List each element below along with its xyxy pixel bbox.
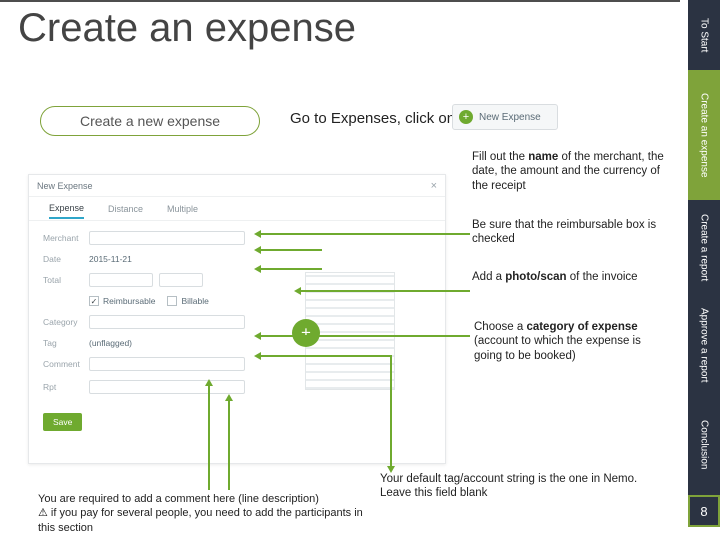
arrow-icon	[260, 233, 470, 235]
arrow-icon	[260, 355, 390, 357]
annotation-reimbursable: Be sure that the reimbursable box is che…	[472, 218, 668, 247]
arrow-icon	[260, 249, 322, 251]
label-merchant: Merchant	[43, 233, 89, 243]
nav-label: To Start	[699, 18, 710, 52]
label-billable: Billable	[181, 296, 208, 306]
currency-field	[159, 273, 203, 287]
annotation-comment: You are required to add a comment here (…	[38, 492, 370, 535]
arrow-icon	[300, 290, 470, 292]
nav-label: Approve a report	[699, 308, 710, 383]
new-expense-button[interactable]: + New Expense	[452, 104, 558, 130]
arrow-icon	[208, 385, 210, 490]
reimbursable-checkbox: ✓	[89, 296, 99, 306]
nav-label: Create a report	[699, 214, 710, 281]
label-total: Total	[43, 275, 89, 285]
arrow-icon	[260, 268, 322, 270]
page-number: 8	[688, 495, 720, 527]
mock-header: New Expense	[37, 181, 93, 191]
label-tag: Tag	[43, 338, 89, 348]
label-reimbursable: Reimbursable	[103, 296, 155, 306]
category-field	[89, 315, 245, 329]
side-nav: To Start Create an expense Create a repo…	[688, 0, 720, 540]
nav-conclusion[interactable]: Conclusion	[688, 395, 720, 495]
nav-approve-report[interactable]: Approve a report	[688, 295, 720, 395]
new-expense-label: New Expense	[479, 112, 541, 123]
annotation-photo: Add a photo/scan of the invoice	[472, 270, 668, 284]
comment-field	[89, 357, 245, 371]
close-icon: ×	[431, 180, 437, 192]
save-button: Save	[43, 413, 82, 431]
tab-multiple: Multiple	[167, 204, 198, 214]
nav-create-expense[interactable]: Create an expense	[688, 70, 720, 200]
label-date: Date	[43, 254, 89, 264]
tab-expense: Expense	[49, 203, 84, 219]
rpt-field	[89, 380, 245, 394]
nav-label: Conclusion	[699, 420, 710, 469]
add-photo-icon: +	[292, 319, 320, 347]
plus-icon: +	[459, 110, 473, 124]
nav-to-start[interactable]: To Start	[688, 0, 720, 70]
tag-value: (unflagged)	[89, 338, 132, 348]
annotation-category: Choose a category of expense (account to…	[474, 320, 666, 363]
label-comment: Comment	[43, 359, 89, 369]
total-field	[89, 273, 153, 287]
nav-label: Create an expense	[699, 93, 710, 178]
page-title: Create an expense	[18, 6, 356, 51]
date-value: 2015-11-21	[89, 254, 132, 264]
merchant-field	[89, 231, 245, 245]
instruction-text: Go to Expenses, click on	[290, 110, 455, 127]
warning-icon: ⚠	[38, 507, 48, 519]
billable-checkbox	[167, 296, 177, 306]
label-category: Category	[43, 317, 89, 327]
arrow-icon	[260, 335, 470, 337]
annotation-tag: Your default tag/account string is the o…	[380, 472, 670, 501]
nav-create-report[interactable]: Create a report	[688, 200, 720, 295]
subtitle-pill: Create a new expense	[40, 106, 260, 136]
expense-form-screenshot: New Expense × Expense Distance Multiple …	[28, 174, 446, 464]
tab-distance: Distance	[108, 204, 143, 214]
arrow-icon	[390, 355, 392, 467]
arrow-icon	[228, 400, 230, 490]
annotation-merchant: Fill out the name of the merchant, the d…	[472, 150, 668, 193]
label-rpt: Rpt	[43, 382, 89, 392]
